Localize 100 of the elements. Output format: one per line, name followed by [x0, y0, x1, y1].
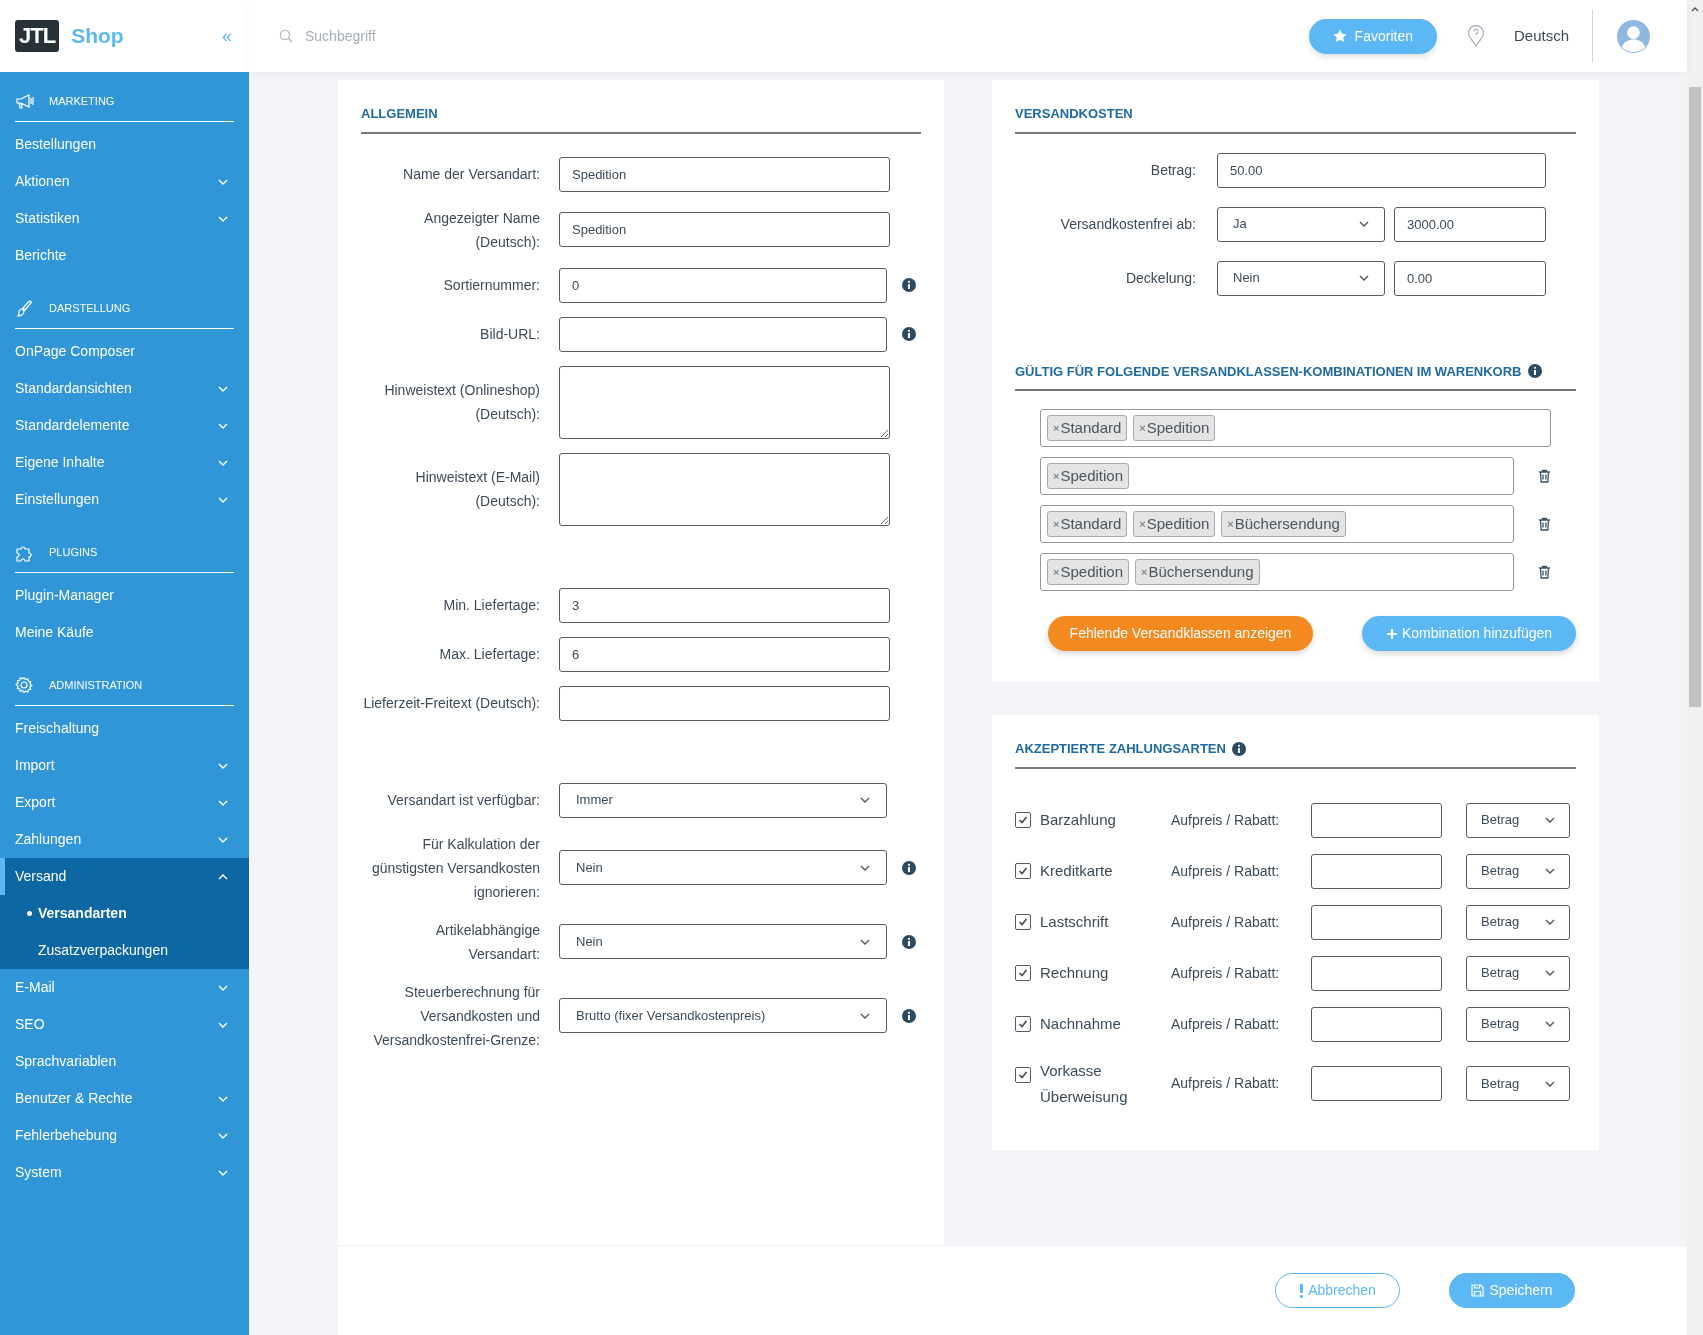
payment-method-name: Lastschrift — [1040, 912, 1110, 932]
input-field[interactable] — [1311, 802, 1442, 838]
check-icon — [1018, 865, 1028, 876]
payment-method-name: Barzahlung — [1040, 810, 1117, 830]
sidebar-item[interactable]: Standardelemente — [0, 407, 249, 444]
section-title: PLUGINS — [49, 545, 98, 561]
tag-input-field[interactable]: ×Standard ×Spedition — [1040, 409, 1551, 447]
sidebar-item[interactable]: Versand — [0, 858, 249, 895]
sidebar-item[interactable]: Fehlerbehebung — [0, 1117, 249, 1154]
logo-text: Shop — [71, 23, 124, 50]
section-icon — [15, 676, 35, 695]
sidebar-item[interactable]: Import — [0, 747, 249, 784]
input-field[interactable]: 3 — [559, 587, 890, 623]
tag-input-field[interactable]: ×Spedition — [1040, 457, 1514, 495]
field-label: Lieferzeit-Freitext (Deutsch): — [362, 694, 540, 713]
select-field[interactable]: Betrag — [1466, 802, 1570, 838]
chevron-icon — [218, 496, 228, 503]
sidebar-item[interactable]: SEO — [0, 1006, 249, 1043]
sidebar-subitem[interactable]: Zusatzverpackungen — [0, 932, 249, 969]
input-field[interactable] — [1311, 1066, 1442, 1101]
select-field[interactable]: Betrag — [1466, 853, 1570, 889]
sidebar-subitem[interactable]: Versandarten — [0, 895, 249, 932]
logo-mark: JTL — [15, 20, 60, 52]
sidebar-item[interactable]: Benutzer & Rechte — [0, 1080, 249, 1117]
checkbox[interactable] — [1015, 1066, 1031, 1083]
tag-chip[interactable]: ×Spedition — [1133, 415, 1216, 441]
sidebar-item[interactable]: Export — [0, 784, 249, 821]
input-field[interactable] — [559, 685, 890, 721]
select-field[interactable]: Nein — [559, 924, 887, 959]
tag-chip[interactable]: ×Standard — [1047, 415, 1128, 441]
input-field[interactable]: Spedition — [559, 212, 890, 247]
sidebar-item[interactable]: Standardansichten — [0, 370, 249, 407]
input-field[interactable] — [1311, 1006, 1442, 1042]
section-heading: AKZEPTIERTE ZAHLUNGSARTEN — [1015, 740, 1226, 758]
select-field[interactable]: Nein — [559, 850, 887, 885]
tag-input-field[interactable]: ×Standard ×Spedition ×Büchersendung — [1040, 505, 1514, 543]
section-icon — [15, 92, 35, 111]
select-field[interactable]: Betrag — [1466, 904, 1570, 940]
sidebar-item[interactable]: Statistiken — [0, 200, 249, 237]
chevron-icon — [860, 797, 870, 803]
search-field[interactable]: Suchbegriff — [305, 25, 605, 47]
chevron-icon — [1545, 970, 1555, 976]
sidebar-item[interactable]: Einstellungen — [0, 481, 249, 518]
select-field[interactable]: Nein — [1217, 260, 1385, 296]
chevron-icon — [218, 984, 228, 991]
chevron-icon — [1545, 868, 1555, 874]
field-label: Name der Versandart: — [402, 165, 540, 184]
section-title: DARSTELLUNG — [49, 301, 131, 317]
sidebar-item[interactable]: OnPage Composer — [0, 333, 249, 370]
field-label: Steuerberechnung für Versandkosten und Versandkostenfrei-Grenze: — [372, 982, 540, 1050]
input-field[interactable]: 50.00 — [1217, 152, 1546, 188]
select-field[interactable]: Betrag — [1466, 1006, 1570, 1042]
tag-input-field[interactable]: ×Spedition ×Büchersendung — [1040, 553, 1514, 591]
payment-method-name: Kreditkarte — [1040, 861, 1114, 881]
input-field[interactable]: 0.00 — [1394, 260, 1546, 296]
sidebar-item[interactable]: Freischaltung — [0, 710, 249, 747]
chevron-icon — [218, 873, 228, 880]
sidebar-item[interactable]: Eigene Inhalte — [0, 444, 249, 481]
checkbox[interactable] — [1015, 964, 1031, 981]
input-field[interactable]: 3000.00 — [1394, 206, 1546, 242]
input-field[interactable] — [1311, 955, 1442, 991]
input-field[interactable] — [1311, 904, 1442, 940]
sidebar-item[interactable]: Aktionen — [0, 163, 249, 200]
input-field[interactable] — [559, 316, 887, 352]
input-field[interactable] — [1311, 853, 1442, 889]
select-field[interactable]: Betrag — [1466, 955, 1570, 991]
input-field[interactable]: 6 — [559, 636, 890, 672]
star-icon — [1332, 29, 1347, 43]
text-area[interactable] — [559, 365, 890, 439]
checkbox[interactable] — [1015, 913, 1031, 930]
input-field[interactable]: 0 — [559, 267, 887, 303]
chevron-icon — [218, 1021, 228, 1028]
tag-chip[interactable]: ×Büchersendung — [1221, 511, 1346, 537]
checkbox[interactable] — [1015, 862, 1031, 879]
select-field[interactable]: Ja — [1217, 206, 1385, 242]
checkbox[interactable] — [1015, 811, 1031, 828]
sidebar-item[interactable]: Zahlungen — [0, 821, 249, 858]
tag-chip[interactable]: ×Büchersendung — [1135, 559, 1260, 585]
sidebar-item[interactable]: Sprachvariablen — [0, 1043, 249, 1080]
text-area[interactable] — [559, 452, 890, 526]
checkbox[interactable] — [1015, 1015, 1031, 1032]
field-label: Hinweistext (Onlineshop) (Deutsch): — [383, 381, 540, 424]
tag-chip[interactable]: ×Spedition — [1047, 463, 1129, 489]
field-label: Angezeigter Name (Deutsch): — [423, 208, 540, 252]
select-field[interactable]: Brutto (fixer Versandkostenpreis) — [559, 998, 887, 1033]
sidebar-item[interactable]: Bestellungen — [0, 126, 249, 163]
sidebar-item[interactable]: Plugin-Manager — [0, 577, 249, 614]
tag-chip[interactable]: ×Spedition — [1047, 559, 1129, 585]
tag-chip[interactable]: ×Standard — [1047, 511, 1128, 537]
input-field[interactable]: Spedition — [559, 156, 890, 192]
select-field[interactable]: Immer — [559, 782, 887, 818]
sidebar-item[interactable]: E-Mail — [0, 969, 249, 1006]
scrollbar[interactable] — [1687, 0, 1703, 1335]
sidebar-item[interactable]: Meine Käufe — [0, 614, 249, 651]
section-title: MARKETING — [49, 94, 115, 110]
tag-chip[interactable]: ×Spedition — [1133, 511, 1216, 537]
language-selector[interactable]: Deutsch — [1513, 24, 1569, 48]
select-field[interactable]: Betrag — [1466, 1066, 1570, 1101]
sidebar-item[interactable]: Berichte — [0, 237, 249, 274]
sidebar-item[interactable]: System — [0, 1154, 249, 1191]
